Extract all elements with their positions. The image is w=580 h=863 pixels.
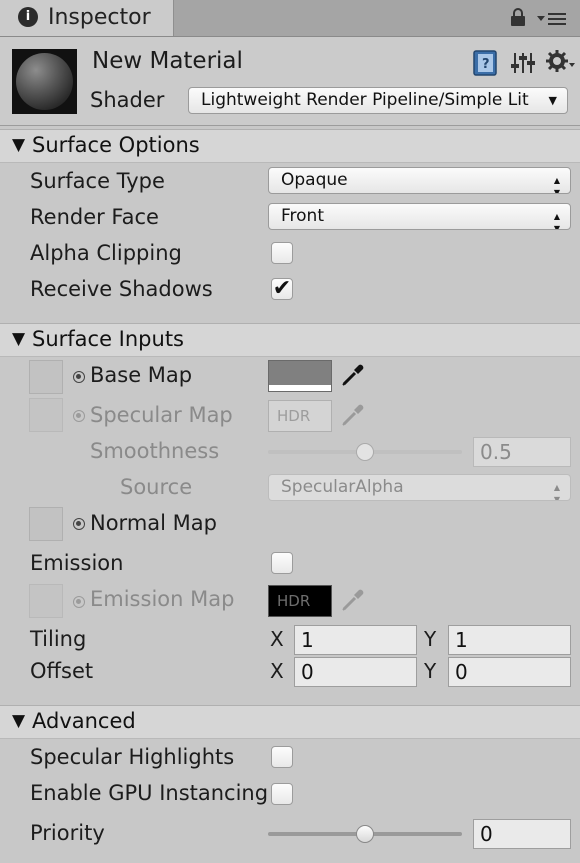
section-surface-inputs[interactable]: ▼ Surface Inputs [0, 323, 580, 357]
eyedropper-icon[interactable] [340, 362, 366, 388]
normal-map-label: Normal Map [90, 511, 217, 535]
specular-map-texture-slot[interactable] [29, 398, 63, 432]
normal-map-texture-slot[interactable] [29, 507, 63, 541]
offset-y-label: Y [424, 659, 437, 683]
lock-icon[interactable] [510, 7, 526, 27]
smoothness-label: Smoothness [90, 439, 220, 463]
offset-y-field[interactable]: 0 [448, 657, 571, 687]
svg-text:?: ? [482, 57, 490, 72]
eyedropper-icon[interactable] [340, 402, 366, 428]
foldout-arrow-icon: ▼ [12, 711, 26, 731]
foldout-arrow-icon: ▼ [12, 329, 26, 349]
checkmark-icon: ✔ [272, 276, 292, 301]
section-surface-options[interactable]: ▼ Surface Options [0, 129, 580, 163]
info-icon: i [18, 7, 38, 27]
surface-type-value: Opaque [281, 170, 348, 190]
priority-slider-knob[interactable] [356, 825, 374, 843]
offset-x-field[interactable]: 0 [294, 657, 417, 687]
specular-highlights-label: Specular Highlights [30, 745, 235, 769]
settings-gear-icon[interactable] [546, 48, 576, 76]
alpha-clipping-checkbox[interactable] [271, 242, 293, 264]
help-book-icon[interactable]: ? [472, 50, 498, 76]
section-advanced[interactable]: ▼ Advanced [0, 705, 580, 739]
source-dropdown[interactable]: SpecularAlpha ▲ ▼ [268, 474, 571, 501]
dropdown-arrows-icon: ▲ ▼ [553, 176, 560, 194]
offset-x-label: X [270, 659, 284, 683]
smoothness-slider-knob[interactable] [356, 443, 374, 461]
smoothness-value-field[interactable]: 0.5 [473, 437, 571, 467]
dropdown-arrows-icon: ▲ ▼ [553, 212, 560, 230]
emission-map-label: Emission Map [90, 587, 235, 611]
eyedropper-icon[interactable] [340, 587, 366, 613]
object-picker-icon[interactable] [73, 410, 85, 422]
hdr-label: HDR [277, 407, 311, 425]
preset-sliders-icon[interactable] [510, 50, 536, 76]
offset-label: Offset [30, 659, 94, 683]
gpu-instancing-checkbox[interactable] [271, 783, 293, 805]
chevron-down-icon: ▼ [548, 94, 557, 107]
source-label: Source [120, 475, 193, 499]
tiling-x-label: X [270, 627, 284, 651]
object-picker-icon[interactable] [73, 596, 85, 608]
tiling-label: Tiling [30, 627, 87, 651]
specular-color-swatch[interactable]: HDR [268, 400, 332, 432]
base-map-color-swatch[interactable] [268, 360, 332, 392]
foldout-arrow-icon: ▼ [12, 135, 26, 155]
object-picker-icon[interactable] [73, 518, 85, 530]
section-title: Surface Options [32, 133, 200, 157]
receive-shadows-checkbox[interactable]: ✔ [271, 278, 293, 300]
hdr-label: HDR [277, 592, 311, 610]
base-map-texture-slot[interactable] [29, 360, 63, 394]
shader-value: Lightweight Render Pipeline/Simple Lit [201, 90, 529, 110]
specular-highlights-checkbox[interactable] [271, 746, 293, 768]
object-picker-icon[interactable] [73, 371, 85, 383]
tab-inspector[interactable]: i Inspector [0, 0, 174, 36]
receive-shadows-label: Receive Shadows [30, 277, 213, 301]
emission-map-texture-slot[interactable] [29, 584, 63, 618]
emission-checkbox[interactable] [271, 552, 293, 574]
source-value: SpecularAlpha [281, 477, 404, 497]
shader-dropdown[interactable]: Lightweight Render Pipeline/Simple Lit ▼ [188, 87, 568, 114]
specular-map-label: Specular Map [90, 403, 233, 427]
material-name: New Material [92, 48, 243, 74]
render-face-dropdown[interactable]: Front ▲ ▼ [268, 203, 571, 230]
render-face-label: Render Face [30, 205, 159, 229]
section-title: Advanced [32, 709, 136, 733]
priority-label: Priority [30, 821, 105, 845]
tiling-y-field[interactable]: 1 [448, 625, 571, 655]
preview-sphere [16, 53, 73, 110]
tiling-y-label: Y [424, 627, 437, 651]
alpha-clipping-label: Alpha Clipping [30, 241, 182, 265]
render-face-value: Front [281, 206, 324, 226]
alpha-bar [269, 385, 331, 391]
section-title: Surface Inputs [32, 327, 184, 351]
tiling-x-field[interactable]: 1 [294, 625, 417, 655]
dropdown-arrows-icon: ▲ ▼ [553, 483, 560, 501]
base-map-label: Base Map [90, 363, 193, 387]
shader-label: Shader [90, 88, 165, 112]
surface-type-dropdown[interactable]: Opaque ▲ ▼ [268, 167, 571, 194]
priority-value-field[interactable]: 0 [473, 819, 571, 849]
material-preview [12, 49, 77, 114]
emission-color-swatch[interactable]: HDR [268, 585, 332, 617]
tab-bar: i Inspector [0, 0, 580, 37]
gpu-instancing-label: Enable GPU Instancing [30, 781, 269, 805]
emission-label: Emission [30, 551, 124, 575]
menu-icon[interactable] [536, 10, 568, 26]
tab-label: Inspector [48, 5, 151, 30]
surface-type-label: Surface Type [30, 169, 165, 193]
